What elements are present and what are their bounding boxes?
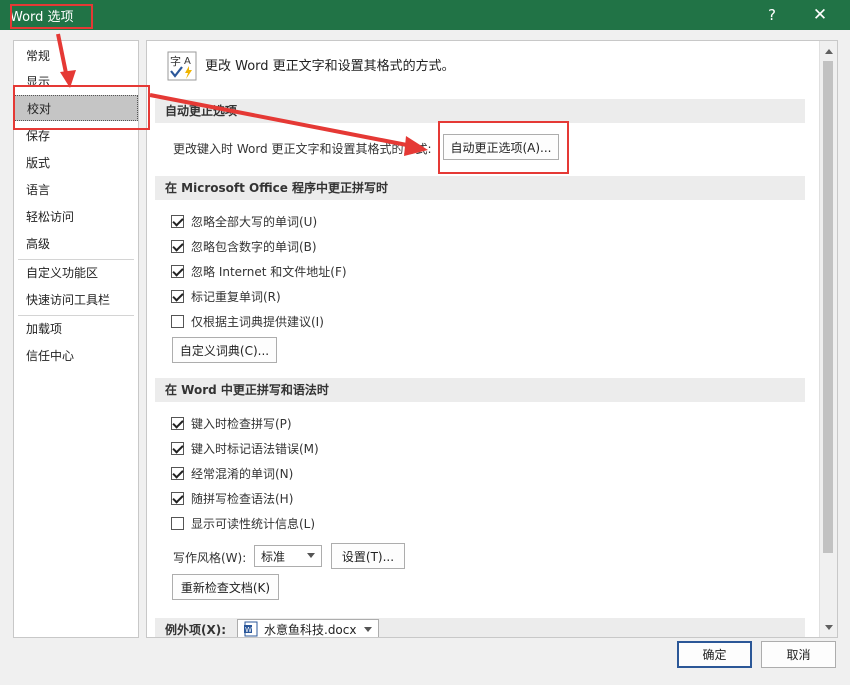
chevron-down-icon	[307, 553, 315, 558]
option-label: 键入时标记语法错误(M)	[191, 441, 319, 456]
section-word-spelling-grammar: 在 Word 中更正拼写和语法时	[155, 378, 805, 402]
highlight-box-title	[10, 4, 93, 29]
checkbox[interactable]	[171, 491, 184, 505]
scroll-up-button[interactable]	[820, 43, 837, 59]
writing-style-label: 写作风格(W):	[173, 551, 247, 565]
option-label: 标记重复单词(R)	[191, 289, 281, 304]
checkbox[interactable]	[171, 466, 184, 480]
cancel-button[interactable]: 取消	[761, 641, 836, 668]
vertical-scrollbar[interactable]	[819, 41, 837, 637]
word-document-icon: W	[244, 621, 258, 637]
checkbox[interactable]	[171, 516, 184, 530]
option-check-spelling-as-type[interactable]: 键入时检查拼写(P)	[171, 413, 292, 433]
section-autocorrect: 自动更正选项	[155, 99, 805, 123]
exceptions-label: 例外项(X):	[165, 623, 227, 637]
close-button[interactable]: ✕	[800, 0, 840, 30]
checkbox[interactable]	[171, 239, 184, 253]
option-label: 忽略包含数字的单词(B)	[191, 239, 317, 254]
ok-button[interactable]: 确定	[677, 641, 752, 668]
nav-item-general[interactable]: 常规	[14, 43, 138, 69]
nav-item-quick-access-toolbar[interactable]: 快速访问工具栏	[14, 287, 138, 313]
option-label: 经常混淆的单词(N)	[191, 466, 294, 481]
option-ignore-uppercase[interactable]: 忽略全部大写的单词(U)	[171, 211, 317, 231]
option-label: 仅根据主词典提供建议(I)	[191, 314, 324, 329]
option-check-grammar-with-spelling[interactable]: 随拼写检查语法(H)	[171, 488, 293, 508]
option-mark-grammar-errors[interactable]: 键入时标记语法错误(M)	[171, 438, 319, 458]
scroll-down-button[interactable]	[820, 619, 837, 635]
option-ignore-numbers[interactable]: 忽略包含数字的单词(B)	[171, 236, 317, 256]
nav-item-layout[interactable]: 版式	[14, 150, 138, 176]
nav-item-trust-center[interactable]: 信任中心	[14, 343, 138, 369]
highlight-box-autocorrect-button	[438, 121, 569, 174]
option-label: 忽略全部大写的单词(U)	[191, 214, 318, 229]
exceptions-document-select[interactable]: W 水意鱼科技.docx	[237, 619, 379, 637]
option-confused-words[interactable]: 经常混淆的单词(N)	[171, 463, 293, 483]
nav-item-language[interactable]: 语言	[14, 177, 138, 203]
arrow-down-icon	[824, 624, 833, 630]
recheck-document-button[interactable]: 重新检查文档(K)	[172, 574, 279, 600]
checkbox[interactable]	[171, 214, 184, 228]
nav-item-addins[interactable]: 加载项	[14, 316, 138, 342]
option-flag-repeated-words[interactable]: 标记重复单词(R)	[171, 286, 281, 306]
writing-style-select[interactable]: 标准	[254, 545, 322, 567]
option-label: 忽略 Internet 和文件地址(F)	[191, 264, 347, 279]
nav-item-customize-ribbon[interactable]: 自定义功能区	[14, 260, 138, 286]
option-ignore-internet-addresses[interactable]: 忽略 Internet 和文件地址(F)	[171, 261, 347, 281]
svg-text:A: A	[184, 56, 191, 67]
option-readability-statistics[interactable]: 显示可读性统计信息(L)	[171, 513, 315, 533]
option-label: 随拼写检查语法(H)	[191, 491, 294, 506]
nav-item-accessibility[interactable]: 轻松访问	[14, 204, 138, 230]
option-label: 键入时检查拼写(P)	[191, 416, 292, 431]
proofing-abc-icon: 字 A	[167, 51, 197, 81]
checkbox[interactable]	[171, 416, 184, 430]
title-bar: Word 选项 ? ✕	[0, 0, 850, 30]
svg-text:W: W	[245, 626, 252, 634]
checkbox[interactable]	[171, 264, 184, 278]
highlight-box-proofing	[13, 85, 150, 130]
exceptions-file-name: 水意鱼科技.docx	[264, 622, 357, 637]
svg-text:字: 字	[170, 54, 181, 68]
panel-description: 更改 Word 更正文字和设置其格式的方式。	[205, 59, 455, 74]
writing-style-settings-button[interactable]: 设置(T)...	[331, 543, 405, 569]
custom-dictionaries-button[interactable]: 自定义词典(C)...	[172, 337, 277, 363]
writing-style-value: 标准	[261, 549, 286, 564]
scroll-thumb[interactable]	[823, 61, 833, 553]
checkbox[interactable]	[171, 289, 184, 303]
autocorrect-label: 更改键入时 Word 更正文字和设置其格式的方式:	[173, 142, 432, 156]
arrow-up-icon	[824, 48, 833, 54]
nav-item-advanced[interactable]: 高级	[14, 231, 138, 257]
checkbox[interactable]	[171, 314, 184, 328]
checkbox[interactable]	[171, 441, 184, 455]
chevron-down-icon	[364, 627, 372, 632]
option-main-dictionary-only[interactable]: 仅根据主词典提供建议(I)	[171, 311, 324, 331]
section-office-spelling: 在 Microsoft Office 程序中更正拼写时	[155, 176, 805, 200]
help-button[interactable]: ?	[752, 0, 792, 30]
option-label: 显示可读性统计信息(L)	[191, 516, 316, 531]
